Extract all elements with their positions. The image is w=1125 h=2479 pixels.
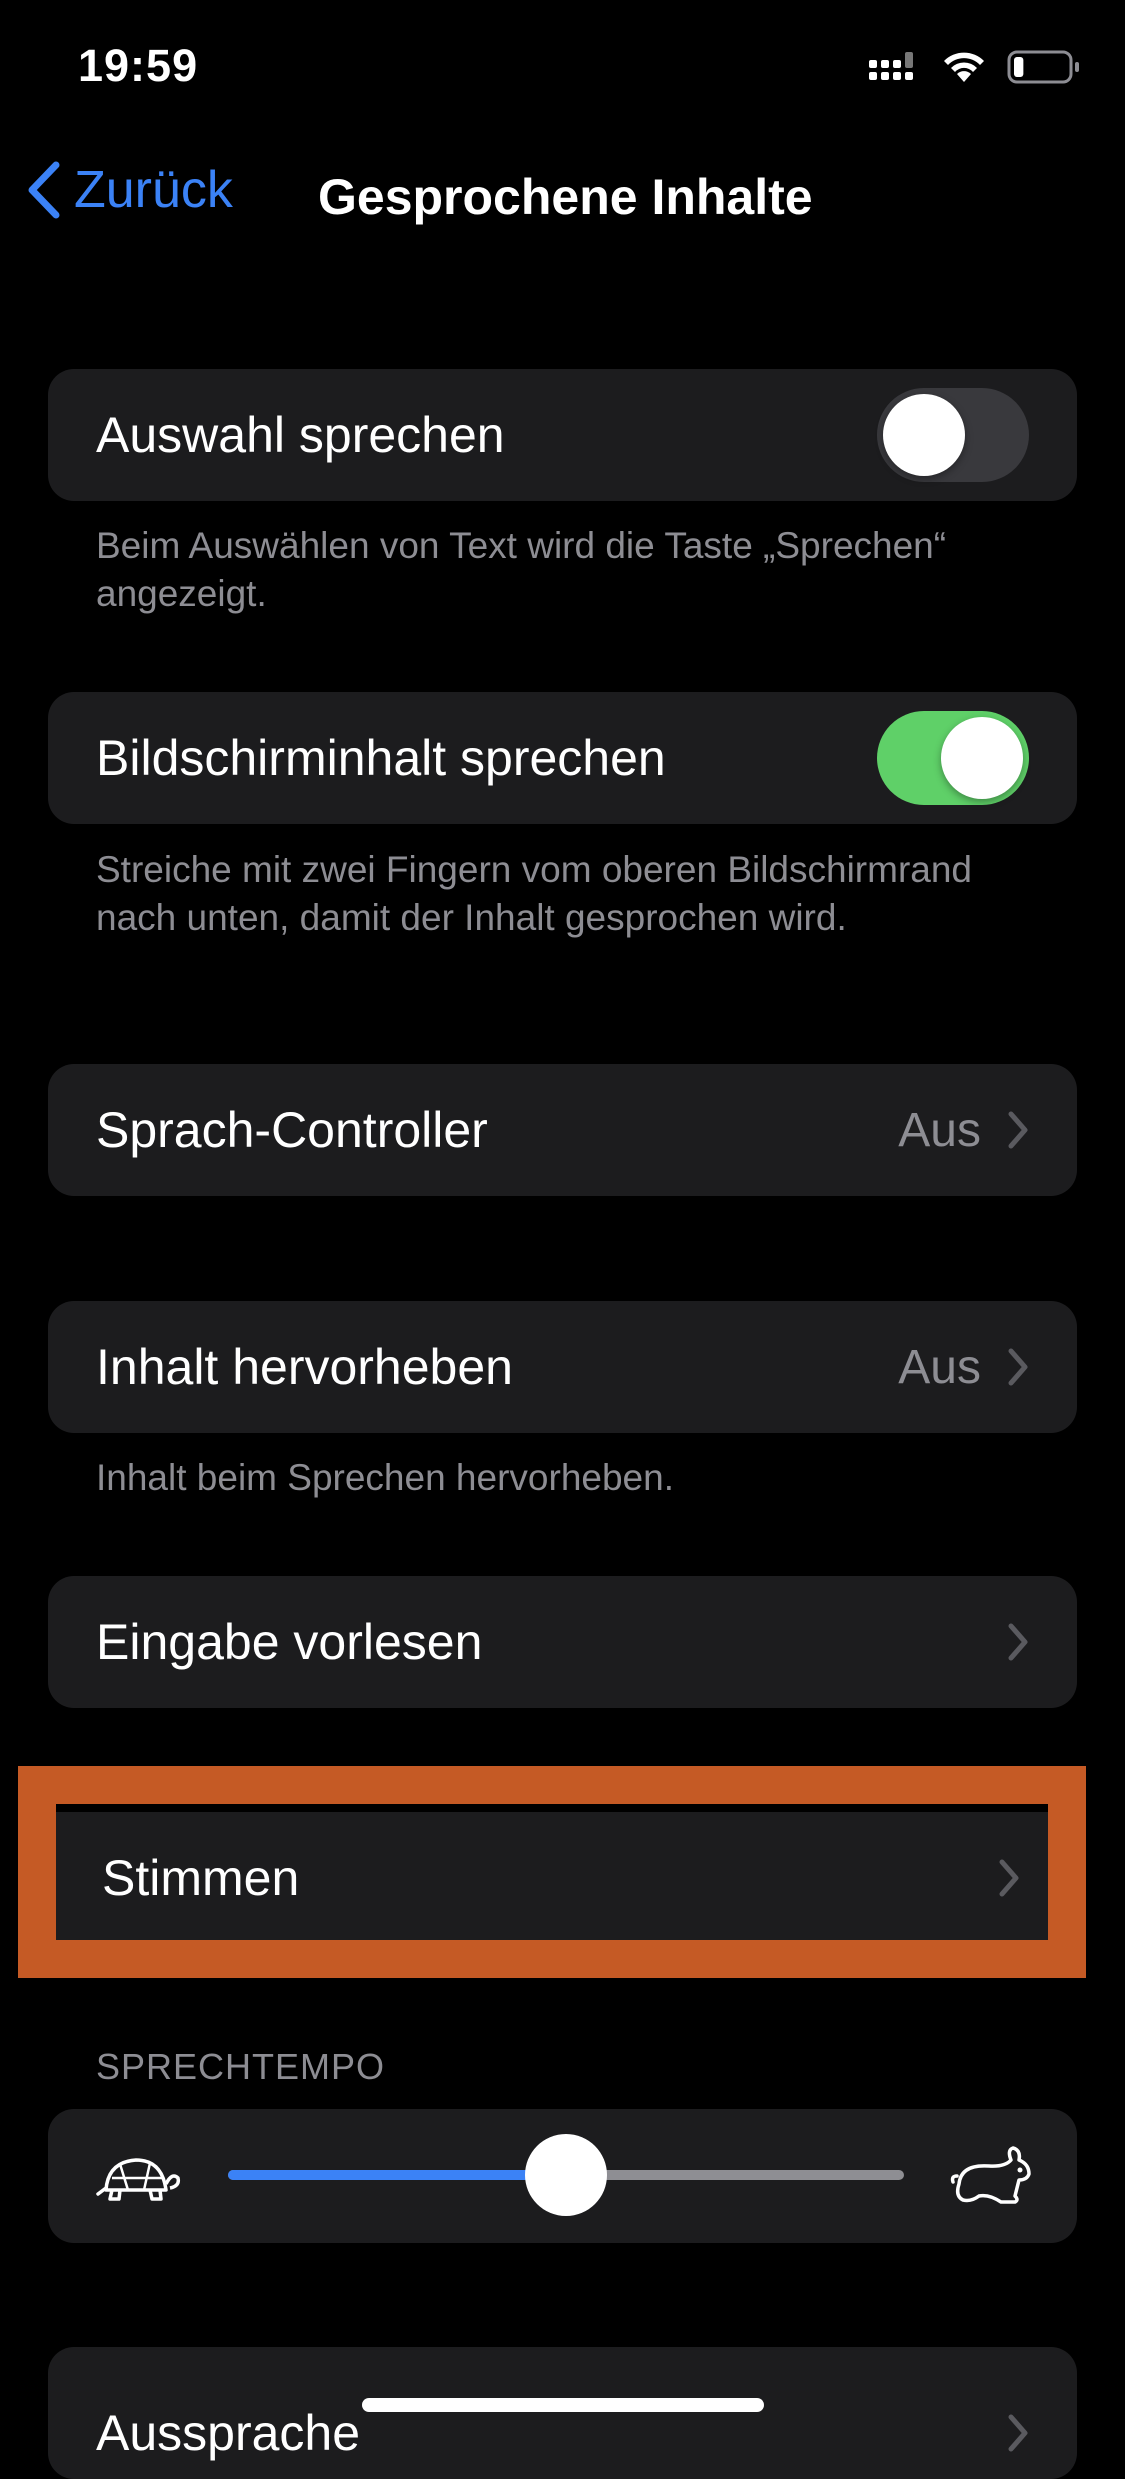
speaking-rate-header: SPRECHTEMPO <box>96 2046 386 2087</box>
chevron-right-icon <box>1008 1348 1028 1386</box>
wifi-icon <box>944 52 984 82</box>
page-title: Gesprochene Inhalte <box>318 169 813 225</box>
battery-icon <box>1007 50 1079 84</box>
chevron-right-icon <box>1008 1111 1028 1149</box>
speak-selection-toggle[interactable] <box>877 388 1029 482</box>
home-indicator <box>362 2398 764 2412</box>
cellular-signal-icon <box>869 52 913 80</box>
speak-screen-toggle[interactable] <box>877 711 1029 805</box>
speaking-rate-slider-thumb[interactable] <box>525 2134 607 2216</box>
typing-feedback-row[interactable]: Eingabe vorlesen <box>48 1576 1077 1708</box>
status-time: 19:59 <box>78 40 199 91</box>
speak-selection-row: Auswahl sprechen <box>48 369 1077 501</box>
status-icons <box>869 50 1081 84</box>
speech-controller-row[interactable]: Sprach-Controller Aus <box>48 1064 1077 1196</box>
rabbit-icon <box>950 2146 1031 2204</box>
pronunciations-row[interactable]: Aussprache <box>48 2347 1077 2479</box>
toggle-knob <box>883 394 965 476</box>
highlight-content-footer: Inhalt beim Sprechen hervorheben. <box>96 1457 674 1498</box>
highlight-content-label: Inhalt hervorheben <box>96 1339 513 1395</box>
chevron-left-icon <box>28 161 60 219</box>
highlight-content-row[interactable]: Inhalt hervorheben Aus <box>48 1301 1077 1433</box>
back-label: Zurück <box>74 161 233 219</box>
chevron-right-icon <box>1008 1623 1028 1661</box>
turtle-icon <box>96 2158 181 2201</box>
typing-feedback-label: Eingabe vorlesen <box>96 1614 483 1670</box>
speaking-rate-slider-fill <box>228 2170 566 2180</box>
speak-screen-footer: Streiche mit zwei Fingern vom oberen Bil… <box>96 849 973 938</box>
chevron-right-icon <box>1008 2414 1028 2452</box>
speak-screen-row: Bildschirminhalt sprechen <box>48 692 1077 824</box>
pronunciations-label: Aussprache <box>96 2405 361 2461</box>
speech-controller-value: Aus <box>898 1103 981 1157</box>
highlight-annotation-box <box>18 1766 1086 1978</box>
highlight-content-value: Aus <box>898 1340 981 1394</box>
toggle-knob <box>941 717 1023 799</box>
speech-controller-label: Sprach-Controller <box>96 1102 488 1158</box>
back-button[interactable]: Zurück <box>24 160 233 220</box>
speak-selection-footer: Beim Auswählen von Text wird die Taste „… <box>96 525 947 614</box>
